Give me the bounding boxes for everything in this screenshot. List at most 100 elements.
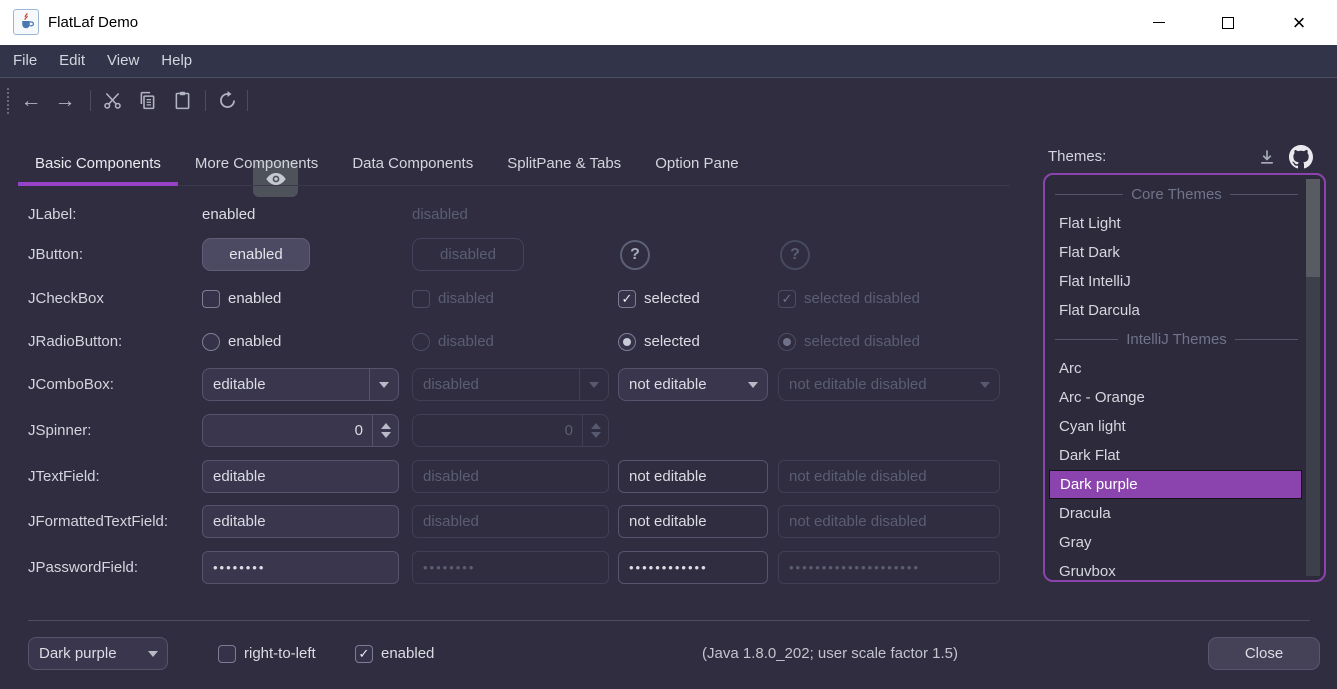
jcombobox-row: JComboBox: editable disabled not editabl…	[0, 368, 1030, 401]
spinner-enabled[interactable]: 0	[202, 414, 399, 447]
theme-item-arc-orange[interactable]: Arc - Orange	[1049, 383, 1302, 412]
formatted-textfield-editable[interactable]: editable	[202, 505, 399, 538]
passwordfield-not-editable[interactable]: ••••••••••••	[618, 551, 768, 584]
theme-item-arc[interactable]: Arc	[1049, 354, 1302, 383]
row-label: JButton:	[28, 238, 83, 271]
help-button[interactable]: ?	[620, 240, 650, 270]
themes-list: Core Themes Flat Light Flat Dark Flat In…	[1043, 173, 1326, 582]
java-version-status: (Java 1.8.0_202; user scale factor 1.5)	[600, 637, 1060, 670]
theme-item-flat-dark[interactable]: Flat Dark	[1049, 238, 1302, 267]
themes-scrollbar-thumb[interactable]	[1306, 179, 1320, 277]
menubar: File Edit View Help	[0, 45, 1337, 78]
jpasswordfield-row: JPasswordField: •••••••• •••••••• ••••••…	[0, 551, 1030, 584]
paste-icon	[172, 90, 193, 111]
help-button-disabled: ?	[780, 240, 810, 270]
jradiobutton-row: JRadioButton: enabled disabled selected …	[0, 325, 1030, 358]
theme-item-cyan-light[interactable]: Cyan light	[1049, 412, 1302, 441]
formatted-textfield-not-editable[interactable]: not editable	[618, 505, 768, 538]
menu-help[interactable]: Help	[150, 45, 203, 77]
toolbar-separator	[205, 90, 206, 111]
download-icon	[1257, 147, 1277, 167]
theme-item-dracula[interactable]: Dracula	[1049, 499, 1302, 528]
row-label: JFormattedTextField:	[28, 505, 168, 538]
copy-button[interactable]	[131, 79, 163, 122]
spinner-down-icon[interactable]	[381, 432, 391, 438]
right-to-left-checkbox[interactable]: right-to-left	[218, 637, 316, 670]
theme-item-gray[interactable]: Gray	[1049, 528, 1302, 557]
checkbox-icon	[218, 645, 236, 663]
maximize-icon	[1222, 17, 1234, 29]
radio-selected[interactable]: selected	[618, 325, 700, 358]
menu-view[interactable]: View	[96, 45, 150, 77]
passwordfield-editable[interactable]: ••••••••	[202, 551, 399, 584]
tab-splitpane-tabs[interactable]: SplitPane & Tabs	[490, 146, 638, 186]
spinner-up-icon	[591, 423, 601, 429]
jspinner-row: JSpinner: 0 0	[0, 414, 1030, 447]
radio-icon	[202, 333, 220, 351]
combobox-editable[interactable]: editable	[202, 368, 399, 401]
combobox-not-editable[interactable]: not editable	[618, 368, 768, 401]
themes-scrollbar[interactable]	[1306, 179, 1320, 576]
combobox-arrow-button[interactable]	[138, 638, 167, 669]
textfield-not-editable[interactable]: not editable	[618, 460, 768, 493]
download-themes-button[interactable]	[1254, 144, 1280, 170]
row-label: JRadioButton:	[28, 325, 122, 358]
checkbox-icon	[202, 290, 220, 308]
tab-bar: Basic Components More Components Data Co…	[18, 146, 756, 186]
tab-data-components[interactable]: Data Components	[335, 146, 490, 186]
chevron-down-icon	[980, 382, 990, 388]
toolbar-grip-handle[interactable]	[7, 88, 9, 114]
java-app-icon	[13, 9, 39, 35]
formatted-textfield-not-editable-disabled: not editable disabled	[778, 505, 1000, 538]
forward-button[interactable]	[50, 79, 80, 122]
back-button[interactable]	[16, 79, 46, 122]
titlebar: FlatLaf Demo	[0, 0, 1337, 45]
spinner-arrows	[582, 415, 608, 446]
theme-item-flat-light[interactable]: Flat Light	[1049, 209, 1302, 238]
spinner-up-icon[interactable]	[381, 423, 391, 429]
label-enabled: enabled	[202, 198, 255, 231]
checkbox-selected-disabled: selected disabled	[778, 282, 920, 315]
theme-item-flat-darcula[interactable]: Flat Darcula	[1049, 296, 1302, 325]
close-button[interactable]: Close	[1208, 637, 1320, 670]
cut-button[interactable]	[96, 79, 128, 122]
enabled-button[interactable]: enabled	[202, 238, 310, 271]
copy-icon	[137, 90, 158, 111]
theme-item-gruvbox[interactable]: Gruvbox	[1049, 557, 1302, 586]
checkbox-selected[interactable]: selected	[618, 282, 700, 315]
textfield-editable[interactable]: editable	[202, 460, 399, 493]
checkbox-enabled[interactable]: enabled	[202, 282, 281, 315]
passwordfield-disabled: ••••••••	[412, 551, 609, 584]
refresh-icon	[217, 90, 238, 111]
theme-group-core: Core Themes	[1049, 180, 1302, 209]
minimize-button[interactable]	[1128, 0, 1190, 45]
combobox-arrow-button[interactable]	[738, 369, 767, 400]
spinner-down-icon	[591, 432, 601, 438]
combobox-arrow-button[interactable]	[369, 369, 398, 400]
refresh-button[interactable]	[211, 79, 243, 122]
tab-basic-components[interactable]: Basic Components	[18, 146, 178, 186]
row-label: JLabel:	[28, 198, 76, 231]
menu-file[interactable]: File	[2, 45, 48, 77]
flatlaf-demo-window: FlatLaf Demo File Edit View Help	[0, 0, 1337, 689]
theme-item-dark-flat[interactable]: Dark Flat	[1049, 441, 1302, 470]
theme-item-dark-purple[interactable]: Dark purple	[1049, 470, 1302, 499]
paste-button[interactable]	[166, 79, 198, 122]
formatted-textfield-disabled: disabled	[412, 505, 609, 538]
spinner-disabled: 0	[412, 414, 609, 447]
theme-item-flat-intellij[interactable]: Flat IntelliJ	[1049, 267, 1302, 296]
checkbox-checked-icon	[618, 290, 636, 308]
github-button[interactable]	[1288, 144, 1314, 170]
radio-checked-icon	[618, 333, 636, 351]
theme-selector-combobox[interactable]: Dark purple	[28, 637, 168, 670]
menu-edit[interactable]: Edit	[48, 45, 96, 77]
enabled-checkbox[interactable]: enabled	[355, 637, 434, 670]
spinner-arrows[interactable]	[372, 415, 398, 446]
close-icon	[1293, 12, 1306, 34]
tab-option-pane[interactable]: Option Pane	[638, 146, 755, 186]
maximize-button[interactable]	[1197, 0, 1259, 45]
radio-enabled[interactable]: enabled	[202, 325, 281, 358]
close-window-button[interactable]	[1266, 0, 1332, 45]
textfield-disabled: disabled	[412, 460, 609, 493]
tab-more-components[interactable]: More Components	[178, 146, 335, 186]
